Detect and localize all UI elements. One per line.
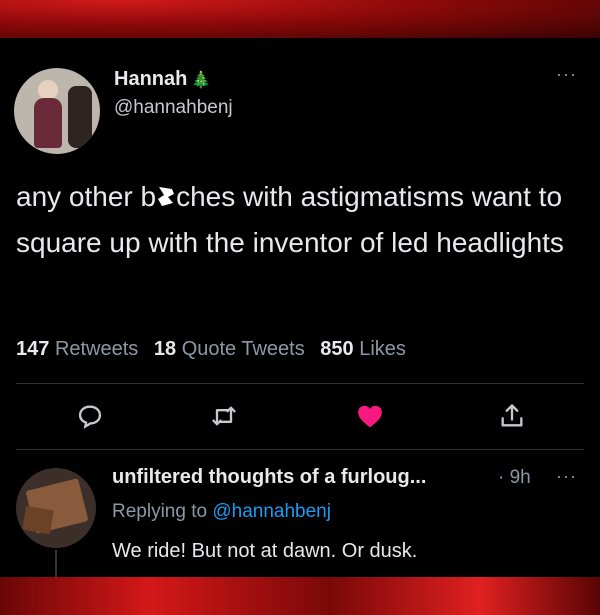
avatar-photo-head [38,80,58,100]
author-name[interactable]: Hannah 🎄 [114,68,211,91]
thread-line [55,550,57,577]
retweet-icon [212,406,236,426]
avatar-photo-figure-2 [68,86,92,148]
christmas-tree-icon: 🎄 [191,72,212,89]
avatar-photo-figure [34,98,62,148]
quote-tweets-stat[interactable]: 18 Quote Tweets [154,338,305,360]
divider [16,383,584,384]
retweets-count: 147 [16,338,50,360]
like-button[interactable] [354,400,386,432]
quote-tweets-count: 18 [153,338,177,360]
tweet-panel: Hannah 🎄 @hannahbenj ··· any other b ches … [0,38,600,577]
heart-icon [358,405,382,428]
quote-tweets-label: Quote Tweets [181,338,305,360]
likes-label: Likes [359,338,406,360]
replying-to-mention[interactable]: @hannahbenj [212,501,331,522]
avatar-photo-chocolate-2 [22,505,54,535]
reply-timestamp[interactable]: · 9h [498,467,531,489]
reply-icon [78,405,102,429]
reply-author-name[interactable]: unfiltered thoughts of a furloug... [112,466,426,489]
retweets-stat[interactable]: 147 Retweets [16,338,138,360]
share-icon [501,404,523,427]
red-background-bottom [0,577,600,615]
replying-to-label: Replying to [112,501,208,522]
retweets-label: Retweets [54,338,139,360]
more-options-icon[interactable]: ··· [556,64,577,85]
author-name-text[interactable]: Hannah [114,68,187,90]
reply-button[interactable] [74,400,106,432]
tweet-stats: 147 Retweets 18 Quote Tweets 850 Likes [16,338,406,361]
likes-stat[interactable]: 850 Likes [320,338,406,360]
avatar[interactable] [14,68,100,154]
retweet-button[interactable] [208,400,240,432]
tweet-text: any other b ches with astigmatisms want t… [16,174,586,266]
reply-avatar[interactable] [16,468,96,548]
divider [16,449,584,450]
censor-blot-icon [158,187,175,206]
tweet-text-part-1: any other b [16,181,157,212]
replying-to: Replying to @hannahbenj [112,501,331,523]
likes-count: 850 [320,338,354,360]
red-background-top [0,0,600,38]
share-button[interactable] [496,400,528,432]
author-handle[interactable]: @hannahbenj [114,97,233,119]
reply-text: We ride! But not at dawn. Or dusk. [112,540,418,562]
reply-more-options-icon[interactable]: ··· [556,466,577,487]
